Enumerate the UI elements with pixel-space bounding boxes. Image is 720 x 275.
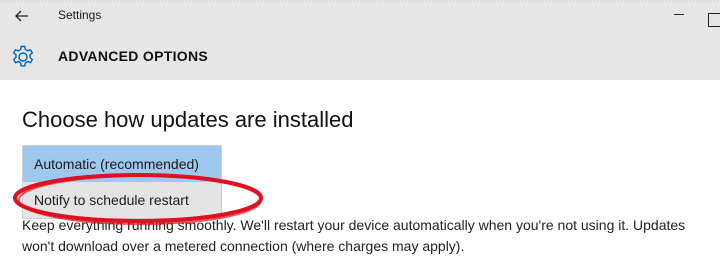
dropdown-option-notify[interactable]: Notify to schedule restart: [23, 182, 221, 218]
maximize-button[interactable]: [708, 13, 720, 27]
description-line-1: Keep everything running smoothly. We'll …: [22, 217, 686, 233]
window-title: Settings: [58, 8, 102, 22]
section-title: ADVANCED OPTIONS: [58, 48, 208, 64]
window-top-edge: [0, 0, 720, 2]
dropdown-option-automatic[interactable]: Automatic (recommended): [23, 146, 221, 182]
page-heading: Choose how updates are installed: [22, 107, 354, 132]
settings-window: Settings ADVANCED OPTIONS Choose how upd…: [0, 0, 720, 275]
description-text: Keep everything running smoothly. We'll …: [22, 215, 685, 257]
minimize-icon: [674, 14, 684, 15]
minimize-button[interactable]: [668, 4, 690, 24]
description-line-2: won't download over a metered connection…: [22, 238, 465, 254]
header-bar: Settings ADVANCED OPTIONS: [0, 0, 720, 80]
back-arrow-icon: [15, 10, 28, 22]
install-method-dropdown[interactable]: Automatic (recommended) Notify to schedu…: [22, 145, 222, 219]
back-button[interactable]: [8, 4, 36, 28]
gear-icon: [12, 45, 34, 67]
